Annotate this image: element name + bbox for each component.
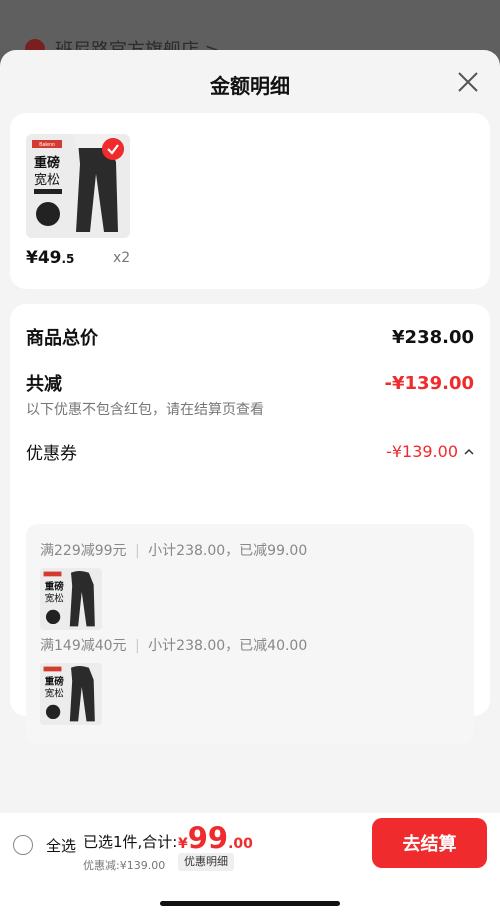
product-card: Baleno 重磅 宽松 ¥49.5 x2: [10, 113, 490, 289]
amount-detail-sheet: 金额明细 Baleno 重磅 宽松 ¥49.5 x2 商品总价 ¥238.00 …: [0, 50, 500, 917]
coupon-label: 优惠券: [26, 444, 77, 464]
reduction-row: 共减 -¥139.00: [26, 370, 474, 396]
product-quantity: x2: [113, 250, 131, 266]
reduction-label: 共减: [26, 374, 62, 395]
coupon-rule-1-detail: 小计238.00，已减99.00: [148, 543, 308, 559]
total-decimal: .00: [228, 836, 253, 852]
coupon-1-product-thumbnail: 重磅 宽松: [40, 568, 102, 630]
chevron-up-icon[interactable]: [464, 448, 474, 456]
close-icon[interactable]: [456, 70, 480, 94]
total-price-label: 商品总价: [26, 328, 98, 349]
reduction-value: -¥139.00: [384, 372, 474, 394]
svg-text:宽松: 宽松: [45, 687, 65, 699]
selected-info: 已选1件,合计:: [83, 833, 178, 851]
total-amount: ¥99.00: [178, 821, 253, 855]
svg-text:重磅: 重磅: [45, 675, 65, 687]
product-price: ¥49.5: [26, 248, 74, 268]
total-integer: 99: [187, 821, 229, 855]
coupon-rule-2: 满149减40元 | 小计238.00，已减40.00: [40, 638, 308, 654]
discount-detail-button[interactable]: 优惠明细: [178, 853, 234, 871]
price-summary-card: 商品总价 ¥238.00 共减 -¥139.00 以下优惠不包含红包，请在结算页…: [10, 304, 490, 744]
total-currency: ¥: [178, 836, 188, 852]
total-price-value: ¥238.00: [392, 326, 474, 348]
coupon-rule-2-threshold: 满149减40元: [40, 638, 127, 654]
checkout-bar: 全选 已选1件,合计: ¥99.00 优惠减:¥139.00 优惠明细 去结算: [0, 813, 500, 917]
coupon-row[interactable]: 优惠券 -¥139.00: [26, 439, 474, 464]
sheet-title: 金额明细: [210, 74, 290, 98]
selected-check-icon[interactable]: [102, 138, 124, 160]
svg-text:宽松: 宽松: [45, 592, 65, 604]
product-price-main: ¥49: [26, 248, 62, 268]
svg-text:重磅: 重磅: [45, 580, 65, 592]
svg-text:宽松: 宽松: [34, 172, 60, 188]
select-all-label[interactable]: 全选: [46, 835, 76, 856]
coupon-2-product-thumbnail: 重磅 宽松: [40, 663, 102, 725]
home-indicator: [160, 901, 340, 906]
coupon-rule-1: 满229减99元 | 小计238.00，已减99.00: [40, 543, 308, 559]
coupon-rule-1-threshold: 满229减99元: [40, 543, 127, 559]
svg-text:重磅: 重磅: [34, 155, 60, 171]
coupon-detail-box: 满229减99元 | 小计238.00，已减99.00 重磅 宽松 满149减4…: [26, 524, 474, 744]
total-price-row: 商品总价 ¥238.00: [26, 324, 474, 350]
select-all-radio[interactable]: [13, 835, 33, 855]
coupon-rule-2-detail: 小计238.00，已减40.00: [148, 638, 308, 654]
coupon-value: -¥139.00: [386, 442, 458, 461]
product-price-decimal: .5: [61, 252, 75, 266]
reduction-note: 以下优惠不包含红包，请在结算页查看: [26, 402, 264, 418]
svg-text:Baleno: Baleno: [39, 142, 55, 148]
checkout-button[interactable]: 去结算: [372, 818, 487, 868]
discount-text: 优惠减:¥139.00: [83, 859, 166, 872]
